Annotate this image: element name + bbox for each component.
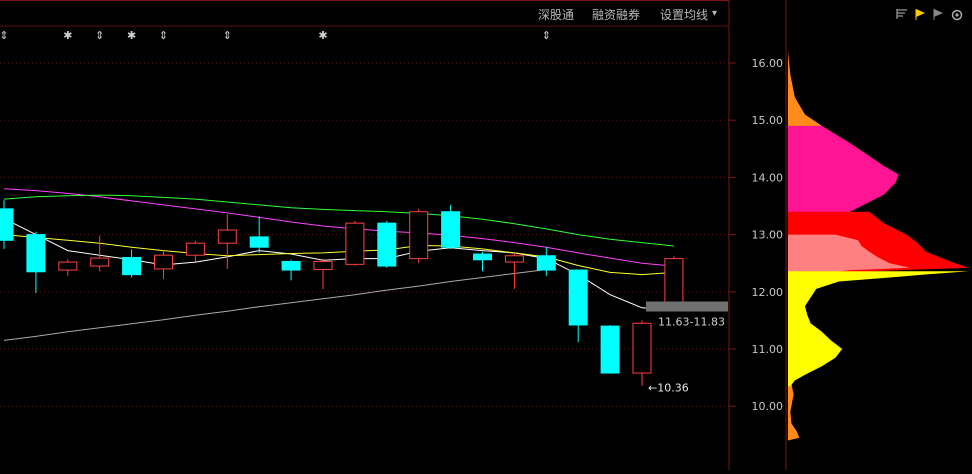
candle-body[interactable] <box>217 229 237 244</box>
y-tick-label: 12.00 <box>752 286 784 299</box>
chart-svg: 16.00 15.00 14.00 13.00 12.00 11.00 10.00 ⇕ ✱ ⇕ ✱ ⇕… <box>0 0 969 470</box>
candle-body[interactable] <box>154 254 173 270</box>
candle-body[interactable] <box>122 256 142 276</box>
event-marker[interactable]: ⇕ <box>542 29 551 42</box>
candle-body[interactable] <box>600 325 620 374</box>
candle-body[interactable] <box>185 242 205 256</box>
event-marker[interactable]: ✱ <box>127 29 136 42</box>
event-marker[interactable]: ⇕ <box>95 29 104 42</box>
event-marker[interactable]: ✱ <box>63 29 72 42</box>
yellow-flag-icon[interactable] <box>914 8 926 24</box>
candle-body[interactable] <box>0 208 14 241</box>
price-band-label: 11.63-11.83 <box>658 316 725 329</box>
gray-flag-icon[interactable] <box>932 8 944 24</box>
candle-body[interactable] <box>504 255 524 263</box>
price-band-bar <box>646 301 728 312</box>
event-marker[interactable]: ⇕ <box>223 29 232 42</box>
gear-icon[interactable] <box>950 8 964 25</box>
y-tick-label: 15.00 <box>752 114 784 127</box>
candle-body[interactable] <box>281 260 301 271</box>
event-marker[interactable]: ✱ <box>318 29 327 42</box>
margin-trading-button[interactable]: 融资融券 <box>592 6 640 23</box>
ma-settings-button[interactable]: 设置均线 <box>660 6 708 23</box>
y-tick-label: 16.00 <box>752 57 784 70</box>
candle-body[interactable] <box>377 222 397 267</box>
candle-body[interactable] <box>441 211 461 248</box>
chart-stage[interactable]: 16.00 15.00 14.00 13.00 12.00 11.00 10.00 ⇕ ✱ ⇕ ✱ ⇕… <box>0 0 972 470</box>
candle-body[interactable] <box>632 322 652 374</box>
candle-body[interactable] <box>90 257 110 267</box>
y-tick-label: 14.00 <box>752 171 784 184</box>
y-tick-label: 10.00 <box>752 400 784 413</box>
candle-body[interactable] <box>473 253 492 261</box>
chevron-down-icon[interactable]: ▾ <box>712 8 717 19</box>
moving-average-line <box>3 188 674 267</box>
moving-average-line <box>3 234 674 276</box>
candle-body[interactable] <box>58 261 78 271</box>
candle-body[interactable] <box>664 258 684 303</box>
moving-average-line <box>3 194 674 247</box>
candle-body[interactable] <box>568 269 588 326</box>
candle-body[interactable] <box>536 255 556 271</box>
candle-body[interactable] <box>249 236 269 248</box>
event-marker[interactable]: ⇕ <box>159 29 168 42</box>
shenguton-button[interactable]: 深股通 <box>538 6 574 23</box>
low-price-label: ←10.36 <box>648 382 689 395</box>
event-marker[interactable]: ⇕ <box>0 29 9 42</box>
candle-body[interactable] <box>313 260 333 270</box>
y-tick-label: 11.00 <box>752 343 784 356</box>
candle-body[interactable] <box>26 234 46 273</box>
volume-profile-layer <box>788 271 969 387</box>
candle-body[interactable] <box>409 211 429 260</box>
moving-average-line <box>3 269 547 341</box>
candle-body[interactable] <box>345 222 365 265</box>
list-icon[interactable] <box>896 8 908 23</box>
y-tick-label: 13.00 <box>752 229 784 242</box>
